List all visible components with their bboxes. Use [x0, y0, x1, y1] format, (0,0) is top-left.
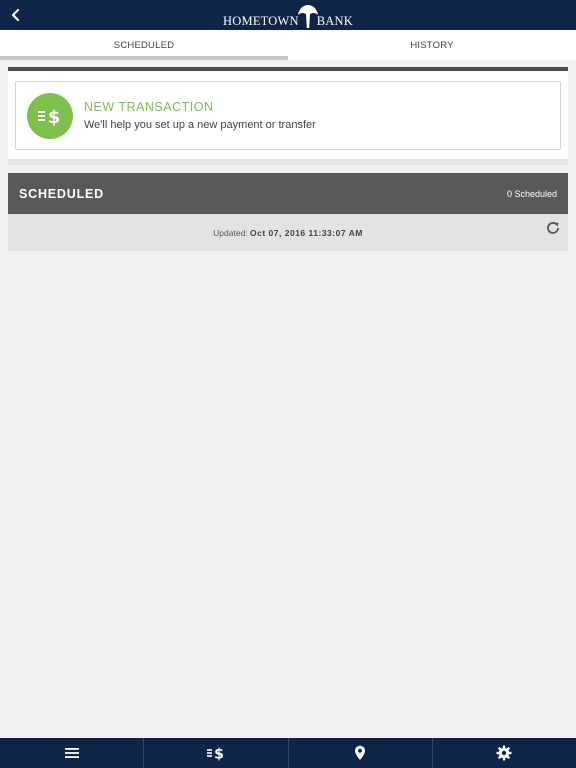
updated-bar: Updated: Oct 07, 2016 11:33:07 AM	[8, 214, 568, 251]
new-transaction-section: $ NEW TRANSACTION We'll help you set up …	[8, 67, 568, 165]
updated-label: Updated:	[213, 227, 248, 238]
svg-text:$: $	[48, 107, 61, 128]
tab-history[interactable]: HISTORY	[288, 30, 576, 60]
transfer-dollar-icon: $	[27, 92, 73, 139]
transfer-dollar-icon: $	[206, 747, 224, 762]
scheduled-title: SCHEDULED	[19, 186, 104, 201]
tab-bar: SCHEDULED HISTORY	[0, 30, 576, 60]
new-transaction-button[interactable]: $ NEW TRANSACTION We'll help you set up …	[15, 81, 561, 150]
nav-transfers-button[interactable]: $	[143, 738, 287, 768]
scheduled-count: 0 Scheduled	[506, 188, 557, 199]
refresh-button[interactable]	[545, 220, 561, 236]
hamburger-menu-icon	[64, 748, 79, 758]
new-transaction-title: NEW TRANSACTION	[84, 100, 214, 114]
new-transaction-subtitle: We'll help you set up a new payment or t…	[84, 119, 316, 131]
tab-scheduled[interactable]: SCHEDULED	[0, 30, 288, 60]
scheduled-header: SCHEDULED 0 Scheduled	[8, 173, 568, 214]
svg-text:$: $	[214, 747, 224, 762]
refresh-icon	[547, 222, 559, 234]
gear-icon	[496, 745, 512, 761]
logo-text-right: BANK	[316, 14, 353, 28]
updated-text: Updated: Oct 07, 2016 11:33:07 AM	[213, 228, 363, 238]
updated-timestamp: Oct 07, 2016 11:33:07 AM	[250, 227, 363, 238]
nav-locations-button[interactable]	[287, 738, 432, 768]
tree-logo-icon	[297, 3, 318, 28]
logo-text-left: HOMETOWN	[223, 14, 299, 28]
nav-menu-button[interactable]	[0, 738, 143, 768]
bank-logo: HOMETOWN BANK	[0, 0, 576, 30]
tab-history-label: HISTORY	[410, 39, 454, 51]
tab-scheduled-label: SCHEDULED	[113, 39, 175, 51]
nav-settings-button[interactable]	[431, 738, 576, 768]
bottom-nav: $	[0, 738, 576, 768]
location-pin-icon	[355, 745, 366, 760]
app-header: HOMETOWN BANK	[0, 0, 576, 30]
